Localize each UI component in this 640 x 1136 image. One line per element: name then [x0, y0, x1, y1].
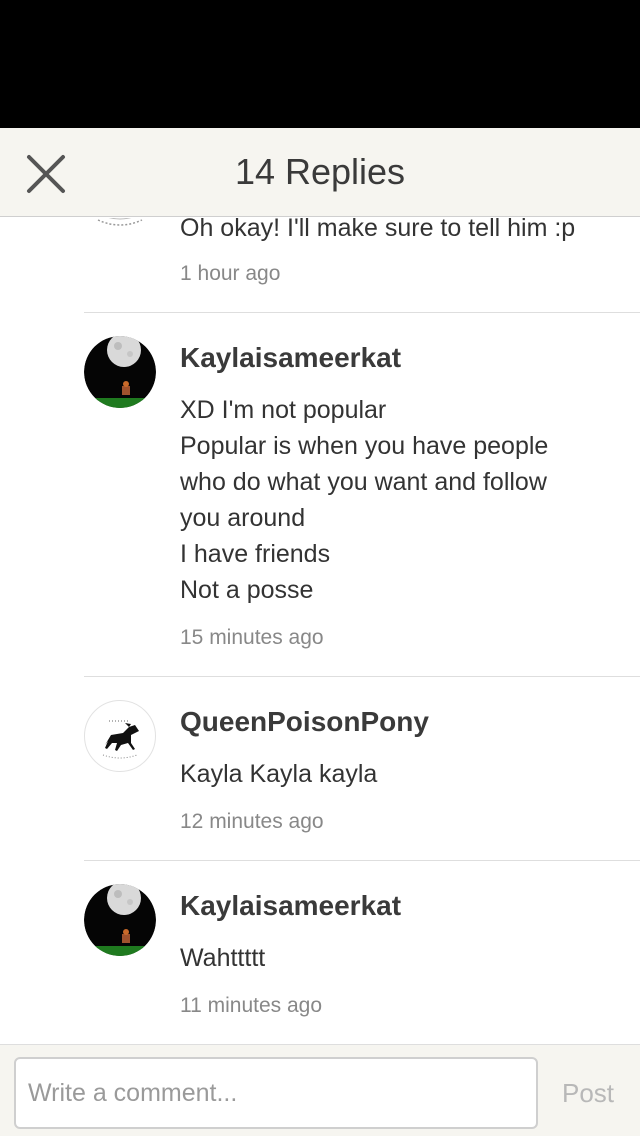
divider — [84, 676, 640, 677]
reply-timestamp: 12 minutes ago — [180, 810, 324, 833]
reply-text: XD I'm not popular Popular is when you h… — [180, 392, 620, 608]
post-button[interactable]: Post — [548, 1073, 628, 1113]
page-title: 14 Replies — [234, 151, 406, 192]
status-bar — [0, 0, 640, 128]
reply-line: Not a posse — [180, 576, 314, 604]
avatar[interactable] — [84, 884, 156, 956]
reply-timestamp: 15 minutes ago — [180, 626, 324, 649]
comment-input[interactable] — [14, 1057, 538, 1129]
username[interactable]: Kaylaisameerkat — [180, 340, 401, 376]
moon-night-avatar-icon — [84, 884, 156, 956]
comment-composer: Post — [0, 1044, 640, 1136]
replies-list[interactable]: Oh okay! I'll make sure to tell him :p 1… — [0, 218, 640, 1044]
avatar[interactable] — [84, 700, 156, 772]
reply-line: who do what you want and follow — [180, 468, 547, 496]
header: 14 Replies — [0, 128, 640, 217]
reply-line: you around — [180, 504, 306, 532]
divider — [84, 312, 640, 313]
reply-timestamp: 11 minutes ago — [180, 994, 323, 1017]
scribble-avatar-icon — [97, 218, 143, 226]
moon-night-avatar-icon — [84, 336, 156, 408]
reply-line: XD I'm not popular — [180, 396, 387, 424]
horse-avatar-icon — [102, 720, 139, 759]
reply-line: I have friends — [180, 540, 331, 568]
reply-line: Popular is when you have people — [180, 432, 549, 460]
username[interactable]: Kaylaisameerkat — [180, 888, 401, 924]
avatar[interactable] — [84, 218, 156, 240]
reply-text: Kayla Kayla kayla — [180, 760, 378, 788]
reply-timestamp: 1 hour ago — [180, 262, 281, 285]
username[interactable]: QueenPoisonPony — [180, 704, 429, 740]
reply-text: Oh okay! I'll make sure to tell him :p — [180, 218, 576, 242]
avatar[interactable] — [84, 336, 156, 408]
divider — [84, 860, 640, 861]
reply-text: Wahttttt — [180, 944, 266, 972]
